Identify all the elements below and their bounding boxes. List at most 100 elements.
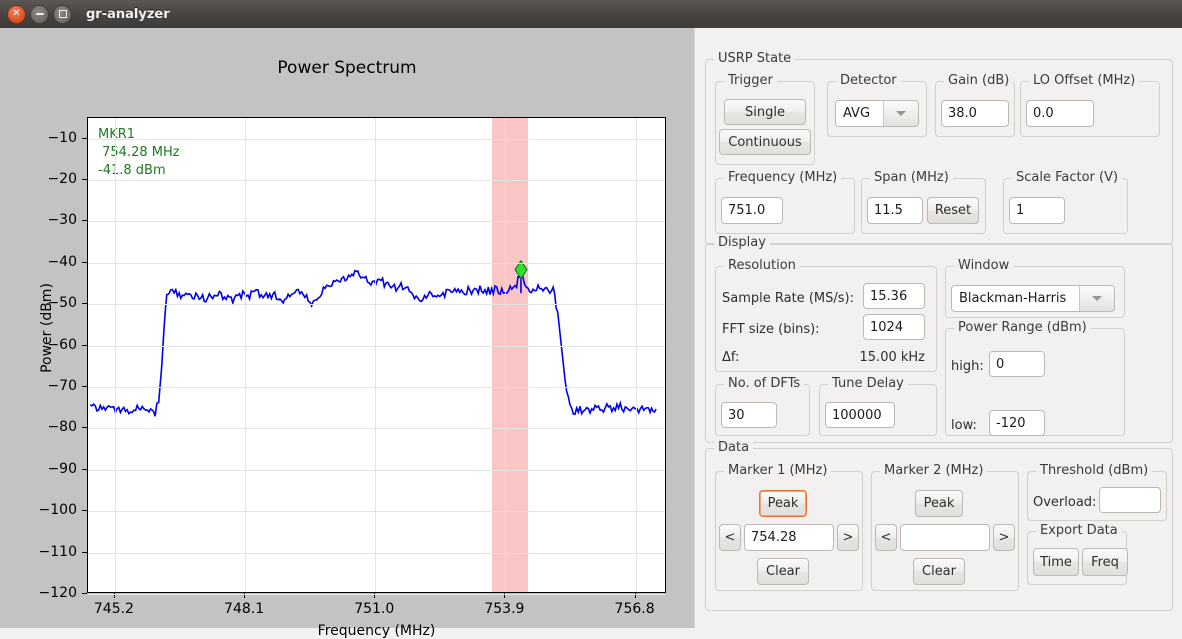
grid-line-horizontal [88, 304, 665, 306]
y-axis-tick-label: −100 [38, 502, 77, 519]
x-axis-tick-label: 745.2 [93, 601, 134, 617]
frequency-input[interactable]: 751.0 [721, 197, 783, 224]
x-axis-label: Frequency (MHz) [317, 623, 436, 639]
y-axis-tick-label: −40 [47, 253, 77, 270]
marker2-peak-button[interactable]: Peak [915, 490, 963, 517]
grid-line-vertical [375, 118, 377, 592]
x-axis-tick-label: 751.0 [354, 601, 395, 617]
tune-delay-input[interactable]: 100000 [825, 402, 895, 428]
continuous-trigger-button[interactable]: Continuous [719, 129, 811, 155]
span-legend: Span (MHz) [870, 170, 953, 185]
threshold-legend: Threshold (dBm) [1036, 463, 1153, 478]
single-trigger-button[interactable]: Single [724, 99, 806, 125]
overload-input[interactable] [1099, 487, 1161, 513]
power-range-legend: Power Range (dBm) [954, 320, 1091, 335]
y-axis-tick-label: −60 [47, 336, 77, 353]
y-axis-tick-label: −10 [47, 129, 77, 146]
x-axis-tick-label: 753.9 [484, 601, 525, 617]
window-select[interactable]: Blackman-Harris [951, 285, 1115, 312]
trigger-legend: Trigger [724, 73, 777, 88]
gain-legend: Gain (dB) [944, 73, 1014, 88]
grid-line-vertical [114, 118, 116, 592]
marker2-legend: Marker 2 (MHz) [880, 463, 988, 478]
marker2-prev-button[interactable]: < [875, 524, 897, 551]
window-title: gr-analyzer [86, 6, 170, 22]
plot-title: Power Spectrum [277, 58, 417, 78]
plot-pane: Power Spectrum Power (dBm) Frequency (MH… [0, 28, 694, 639]
tune-delay-legend: Tune Delay [828, 376, 908, 391]
power-high-label: high: [951, 359, 984, 374]
span-input[interactable]: 11.5 [867, 197, 923, 224]
chevron-down-icon[interactable] [1079, 286, 1114, 311]
detector-value: AVG [843, 106, 871, 121]
span-reset-button[interactable]: Reset [927, 197, 979, 224]
y-axis-tick-label: −110 [38, 543, 77, 560]
window-value: Blackman-Harris [959, 291, 1067, 306]
marker1-clear-button[interactable]: Clear [757, 558, 809, 585]
application-window: ✕ gr-analyzer Power Spectrum Power (dBm)… [0, 0, 1182, 639]
close-icon[interactable]: ✕ [7, 4, 26, 24]
window-legend: Window [954, 258, 1014, 273]
grid-line-horizontal [88, 221, 665, 223]
marker1-prev-button[interactable]: < [719, 524, 741, 551]
grid-line-horizontal [88, 511, 665, 513]
marker2-next-button[interactable]: > [993, 524, 1015, 551]
detector-legend: Detector [836, 73, 901, 88]
scale-factor-input[interactable]: 1 [1009, 197, 1065, 224]
title-bar: ✕ gr-analyzer [0, 0, 1182, 29]
control-pane: USRP State Trigger Single Continuous Det… [694, 28, 1182, 628]
fft-size-input[interactable]: 1024 [863, 314, 925, 340]
fft-size-label: FFT size (bins): [722, 322, 820, 337]
sample-rate-label: Sample Rate (MS/s): [722, 291, 854, 306]
grid-line-vertical [635, 118, 637, 592]
usrp-state-legend: USRP State [714, 51, 796, 66]
data-legend: Data [714, 440, 754, 455]
grid-line-horizontal [88, 345, 665, 347]
export-freq-button[interactable]: Freq [1082, 548, 1128, 576]
detector-select[interactable]: AVG [835, 100, 919, 127]
sample-rate-input[interactable]: 15.36 [863, 283, 925, 309]
delta-f-label: Δf: [722, 350, 740, 365]
window-controls: ✕ [7, 4, 72, 24]
marker1-peak-button[interactable]: Peak [759, 490, 807, 517]
minimize-icon[interactable] [30, 4, 49, 24]
resolution-legend: Resolution [724, 258, 800, 273]
lo-offset-input[interactable]: 0.0 [1026, 100, 1094, 127]
export-time-button[interactable]: Time [1033, 548, 1079, 576]
x-axis-tick-label: 748.1 [224, 601, 265, 617]
grid-line-horizontal [88, 180, 665, 182]
overload-label: Overload: [1033, 495, 1097, 510]
y-axis-tick-label: −30 [47, 212, 77, 229]
dfts-legend: No. of DFTs [724, 376, 805, 391]
spectrum-plot[interactable]: MKR1 754.28 MHz -41.8 dBm [87, 117, 666, 595]
display-legend: Display [714, 235, 770, 250]
grid-line-vertical [505, 118, 507, 592]
grid-line-horizontal [88, 387, 665, 389]
grid-line-horizontal [88, 428, 665, 430]
grid-line-horizontal [88, 594, 665, 595]
y-axis-tick-label: −20 [47, 171, 77, 188]
lo-offset-legend: LO Offset (MHz) [1029, 73, 1140, 88]
marker1-input[interactable]: 754.28 [744, 524, 834, 551]
power-low-input[interactable]: -120 [989, 410, 1045, 436]
delta-f-value: 15.00 kHz [859, 350, 925, 365]
power-low-label: low: [951, 418, 977, 433]
peak-marker-icon [514, 259, 528, 592]
marker-annotation-text: MKR1 754.28 MHz -41.8 dBm [98, 127, 180, 178]
gain-input[interactable]: 38.0 [941, 100, 1009, 127]
y-axis-tick-label: −120 [38, 585, 77, 601]
maximize-icon[interactable] [53, 4, 72, 24]
power-high-input[interactable]: 0 [989, 351, 1045, 377]
grid-line-horizontal [88, 138, 665, 140]
x-axis-tick-label: 756.8 [614, 601, 655, 617]
marker2-input[interactable] [900, 524, 990, 551]
y-axis-tick-label: −80 [47, 419, 77, 436]
y-axis-tick-label: −90 [47, 460, 77, 477]
marker1-next-button[interactable]: > [837, 524, 859, 551]
marker2-clear-button[interactable]: Clear [913, 558, 965, 585]
grid-line-horizontal [88, 552, 665, 554]
y-axis-tick-label: −70 [47, 378, 77, 395]
dfts-input[interactable]: 30 [721, 402, 777, 428]
grid-line-horizontal [88, 262, 665, 264]
chevron-down-icon[interactable] [883, 101, 918, 126]
